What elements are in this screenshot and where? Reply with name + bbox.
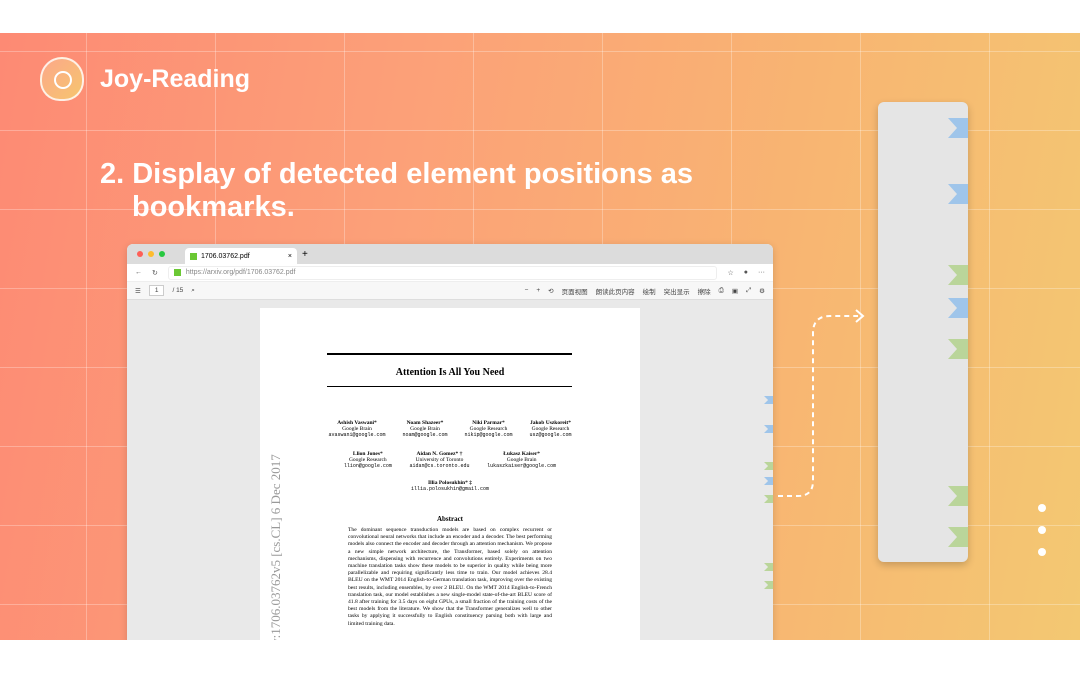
new-tab-button[interactable]: + xyxy=(302,249,308,260)
close-tab-icon[interactable]: × xyxy=(288,253,292,260)
fullscreen-icon[interactable]: ⤢ xyxy=(746,287,751,295)
bookmark-green[interactable] xyxy=(948,486,968,506)
author: Aidan N. Gomez* † University of Toronto ai… xyxy=(409,451,469,469)
save-icon[interactable]: ▣ xyxy=(732,287,738,295)
print-icon[interactable]: ⎙ xyxy=(719,287,724,295)
author-email: noam@google.com xyxy=(402,432,448,438)
address-row: ← ↻ https://arxiv.org/pdf/1706.03762.pdf… xyxy=(127,264,773,282)
zoom-out-icon[interactable]: − xyxy=(525,287,529,294)
author: Ashish Vaswani* Google Brain avaswani@goog… xyxy=(328,420,385,438)
page-view-button[interactable]: 页面视图 xyxy=(562,286,588,296)
pdf-viewer: arXiv:1706.03762v5 [cs.CL] 6 Dec 2017 At… xyxy=(127,300,773,640)
authors-row: Llion Jones* Google Research llion@google.… xyxy=(335,451,565,469)
bookmark-marker-green[interactable] xyxy=(764,462,773,470)
author-email: usz@google.com xyxy=(529,432,572,438)
authors-row: Ashish Vaswani* Google Brain avaswani@goog… xyxy=(320,420,580,438)
settings-icon[interactable]: ⚙ xyxy=(759,287,765,295)
browser-window: 1706.03762.pdf × + ← ↻ https://arxiv.org… xyxy=(127,244,773,640)
profile-icon[interactable]: ● xyxy=(744,269,748,276)
close-window-button[interactable] xyxy=(137,251,143,257)
bookmark-green[interactable] xyxy=(948,339,968,359)
highlight-button[interactable]: 突出显示 xyxy=(664,286,690,296)
tab-title: 1706.03762.pdf xyxy=(201,252,250,260)
bookmark-blue[interactable] xyxy=(948,184,968,204)
erase-button[interactable]: 擦除 xyxy=(698,286,711,296)
author-email: illia.polosukhin@gmail.com xyxy=(410,486,489,492)
bookmark-green[interactable] xyxy=(948,527,968,547)
url-text: https://arxiv.org/pdf/1706.03762.pdf xyxy=(185,269,296,276)
page-number-input[interactable]: 1 xyxy=(148,285,165,296)
author: Łukasz Kaiser* Google Brain lukaszkaiser@g… xyxy=(487,451,556,469)
bookmark-marker-green[interactable] xyxy=(764,495,773,503)
author-email: nikip@google.com xyxy=(464,432,513,438)
brand-name: Joy-Reading xyxy=(100,64,251,93)
headline-line2: bookmarks. xyxy=(132,191,295,223)
page-total: / 15 xyxy=(172,287,184,294)
bookmark-marker-blue[interactable] xyxy=(764,477,773,485)
author: Illia Polosukhin* ‡ illia.polosukhin@gmai… xyxy=(411,480,489,492)
authors-row: Illia Polosukhin* ‡ illia.polosukhin@gmai… xyxy=(320,480,580,492)
reload-icon[interactable]: ↻ xyxy=(152,269,158,277)
brand-logo: Joy-Reading xyxy=(40,57,250,101)
bookmark-blue[interactable] xyxy=(948,118,968,138)
author-email: aidan@cs.toronto.edu xyxy=(409,463,470,469)
pdf-toolbar: ☰ 1 / 15 ⌕ − + ⟲ 页面视图 朗读此页内容 绘制 突出显示 擦除 … xyxy=(127,282,773,300)
site-icon xyxy=(173,269,181,276)
maximize-window-button[interactable] xyxy=(159,251,165,257)
tab-bar: 1706.03762.pdf × + xyxy=(127,244,773,264)
abstract-text: The dominant sequence transduction model… xyxy=(348,527,552,627)
read-aloud-button[interactable]: 朗读此页内容 xyxy=(596,286,635,296)
zoom-in-icon[interactable]: + xyxy=(536,287,540,294)
paper-title: Attention Is All You Need xyxy=(395,367,505,378)
bookmark-panel xyxy=(878,102,968,562)
minimize-window-button[interactable] xyxy=(148,251,154,257)
search-icon[interactable]: ⌕ xyxy=(191,287,195,295)
headline-line1: 2. Display of detected element positions… xyxy=(100,158,694,190)
author: Niki Parmar* Google Research nikip@google.… xyxy=(464,420,512,438)
bookmark-marker-blue[interactable] xyxy=(764,396,773,404)
favorite-icon[interactable]: ☆ xyxy=(727,269,733,277)
draw-button[interactable]: 绘制 xyxy=(643,286,656,296)
more-vertical-icon[interactable] xyxy=(1038,504,1046,570)
author: Jakob Uszkoreit* Google Research usz@googl… xyxy=(529,420,571,438)
bookmark-marker-blue[interactable] xyxy=(764,425,773,433)
pdf-page: arXiv:1706.03762v5 [cs.CL] 6 Dec 2017 At… xyxy=(260,308,640,640)
bookmark-marker-green[interactable] xyxy=(764,581,773,589)
author-email: avaswani@google.com xyxy=(328,432,386,438)
title-rule-top xyxy=(327,353,572,355)
bookmark-green[interactable] xyxy=(948,265,968,285)
author: Llion Jones* Google Research llion@google.… xyxy=(344,451,392,469)
back-icon[interactable]: ← xyxy=(135,269,142,276)
dashed-arrow-icon xyxy=(778,309,865,497)
author: Noam Shazeer* Google Brain noam@google.com xyxy=(402,420,447,438)
title-rule-bottom xyxy=(327,386,572,387)
author-email: llion@google.com xyxy=(343,463,392,469)
favicon-icon xyxy=(190,252,197,260)
headline: 2. Display of detected element positions… xyxy=(100,158,740,224)
abstract-heading: Abstract xyxy=(436,515,464,523)
bird-logo-icon xyxy=(40,57,84,101)
arxiv-side-label: arXiv:1706.03762v5 [cs.CL] 6 Dec 2017 xyxy=(268,454,283,640)
address-bar[interactable]: https://arxiv.org/pdf/1706.03762.pdf xyxy=(167,265,718,280)
bookmark-marker-green[interactable] xyxy=(764,563,773,571)
tab-pdf[interactable]: 1706.03762.pdf × xyxy=(185,248,297,264)
more-icon[interactable]: ··· xyxy=(758,269,765,276)
rotate-icon[interactable]: ⟲ xyxy=(548,287,553,295)
contents-icon[interactable]: ☰ xyxy=(135,287,141,295)
banner: Joy-Reading 2. Display of detected eleme… xyxy=(0,33,1080,640)
author-email: lukaszkaiser@google.com xyxy=(487,463,557,469)
bookmark-blue[interactable] xyxy=(948,298,968,318)
